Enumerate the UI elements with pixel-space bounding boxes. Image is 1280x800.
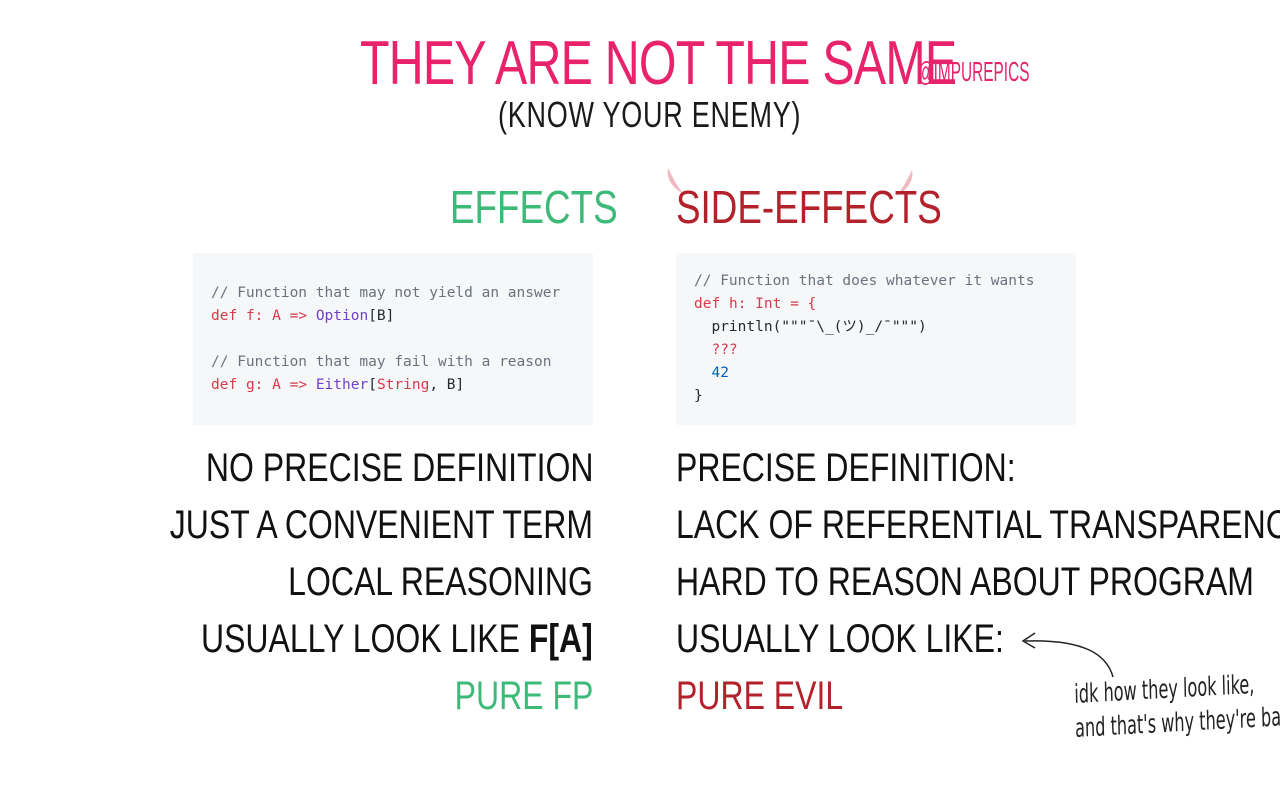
code-type-a: A	[272, 377, 281, 393]
effects-point: JUST A CONVENIENT TERM	[169, 503, 593, 547]
code-type-param: [B]	[368, 308, 395, 324]
code-close-brace: }	[694, 388, 703, 404]
code-fn-name: g:	[245, 377, 264, 393]
side-effects-point: PRECISE DEFINITION:	[676, 446, 1016, 490]
effects-heading: EFFECTS	[450, 181, 618, 233]
effects-point-look-like: USUALLY LOOK LIKE F[A]	[201, 617, 593, 662]
code-keyword: def	[211, 308, 238, 324]
code-arrow: =>	[289, 308, 308, 324]
effects-point: LOCAL REASONING	[288, 560, 593, 604]
side-effects-code-block: // Function that does whatever it wants d…	[676, 253, 1076, 425]
side-effects-conclusion: PURE EVIL	[676, 674, 844, 718]
effects-fa-type: F[A]	[529, 617, 593, 661]
code-type-rest: , B]	[429, 377, 465, 393]
code-type-a: A	[272, 308, 281, 324]
code-keyword: def	[694, 296, 721, 312]
code-comment: // Function that may fail with a reason	[211, 354, 552, 370]
code-type: Option	[315, 308, 369, 324]
code-unknown: ???	[711, 342, 738, 358]
handwritten-note: idk how they look like, and that's why t…	[1074, 666, 1280, 746]
page-subtitle: (KNOW YOUR ENEMY)	[498, 94, 802, 135]
code-assign: = {	[790, 296, 817, 312]
code-comment: // Function that does whatever it wants	[694, 273, 1035, 289]
code-keyword: def	[211, 377, 238, 393]
effects-code-block: // Function that may not yield an answer…	[193, 253, 593, 425]
code-bracket: [	[368, 377, 377, 393]
code-fn-name: f:	[245, 308, 264, 324]
page-title: THEY ARE NOT THE SAME	[360, 29, 957, 98]
code-arrow: =>	[289, 377, 308, 393]
code-string-type: String	[376, 377, 430, 393]
author-handle: @IMPUREPICS	[918, 56, 1030, 87]
side-effects-point: LACK OF REFERENTIAL TRANSPARENCY	[676, 503, 1280, 547]
side-effects-point: HARD TO REASON ABOUT PROGRAM	[676, 560, 1254, 604]
side-effects-point: USUALLY LOOK LIKE:	[676, 617, 1004, 661]
code-type: Either	[315, 377, 369, 393]
code-println: println("""¯\_(ツ)_/¯""")	[694, 319, 927, 335]
code-type: Int	[755, 296, 782, 312]
effects-conclusion: PURE FP	[454, 674, 593, 718]
effects-point: NO PRECISE DEFINITION	[205, 446, 593, 490]
code-comment: // Function that may not yield an answer	[211, 285, 561, 301]
code-fn-name: h:	[728, 296, 747, 312]
effects-point: USUALLY LOOK LIKE	[201, 617, 530, 661]
side-effects-heading: SIDE-EFFECTS	[676, 181, 942, 233]
code-number: 42	[711, 365, 729, 381]
